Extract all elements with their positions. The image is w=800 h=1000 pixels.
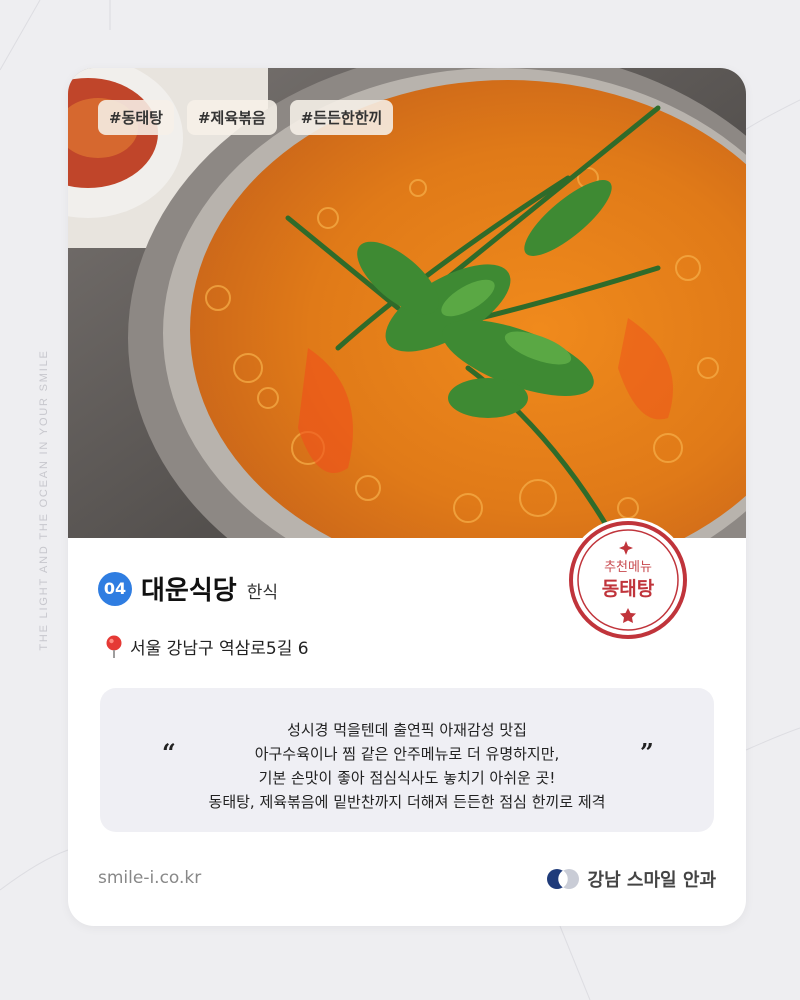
recommended-menu-stamp: 추천메뉴 동태탕 — [564, 516, 692, 644]
food-photo — [68, 68, 746, 538]
quote-line: 성시경 먹을텐데 출연픽 아재감성 맛집 — [287, 721, 527, 739]
hashtag[interactable]: #동태탕 — [98, 100, 174, 135]
restaurant-category: 한식 — [246, 583, 278, 603]
quote-line: 아구수육이나 찜 같은 안주메뉴로 더 유명하지만, — [254, 745, 560, 763]
hashtag-list: #동태탕 #제육볶음 #든든한한끼 — [98, 100, 394, 135]
quote-line: 기본 손맛이 좋아 점심식사도 놓치기 아쉬운 곳! — [258, 769, 556, 787]
brand-logo: 강남 스마일 안과 — [546, 866, 716, 892]
quote-line: 동태탕, 제육볶음에 밑반찬까지 더해져 든든한 점심 한끼로 제격 — [208, 793, 606, 811]
restaurant-name: 대운식당 — [141, 576, 237, 606]
pin-icon — [106, 635, 122, 658]
stamp-menu: 동태탕 — [601, 578, 655, 600]
number-badge: 04 — [98, 571, 132, 606]
brand-logo-icon — [546, 869, 579, 889]
address: 서울 강남구 역삼로5길 6 — [130, 639, 309, 659]
address-row: 서울 강남구 역삼로5길 6 — [104, 634, 309, 659]
hashtag[interactable]: #든든한한끼 — [289, 100, 394, 135]
quote-text: 성시경 먹을텐데 출연픽 아재감성 맛집 아구수육이나 찜 같은 안주메뉴로 더… — [100, 718, 714, 814]
website-link[interactable]: smile-i.co.kr — [98, 868, 201, 888]
restaurant-card: #동태탕 #제육볶음 #든든한한끼 추천메뉴 동태탕 04 대운식당 한식 서울… — [68, 68, 746, 926]
hashtag[interactable]: #제육볶음 — [186, 100, 277, 135]
restaurant-title: 04 대운식당 한식 — [98, 570, 278, 607]
review-quote: “ ” 성시경 먹을텐데 출연픽 아재감성 맛집 아구수육이나 찜 같은 안주메… — [100, 688, 714, 832]
side-slogan: THE LIGHT AND THE OCEAN IN YOUR SMILE — [38, 349, 50, 651]
brand-name: 강남 스마일 안과 — [587, 870, 716, 891]
stamp-label: 추천메뉴 — [604, 560, 652, 575]
